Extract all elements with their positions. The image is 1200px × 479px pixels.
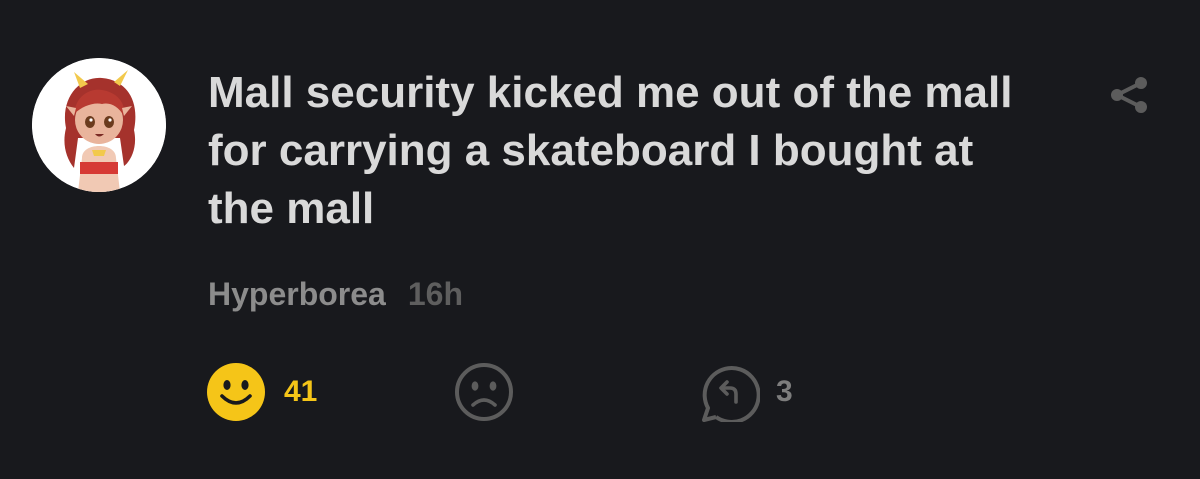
like-button[interactable]: 41 bbox=[206, 362, 317, 422]
author-name[interactable]: Hyperborea bbox=[208, 276, 386, 312]
reply-button[interactable]: 3 bbox=[700, 362, 793, 422]
frown-icon bbox=[455, 363, 513, 421]
reply-count: 3 bbox=[776, 375, 793, 408]
action-bar: 41 3 bbox=[206, 362, 906, 422]
like-count: 41 bbox=[284, 375, 318, 408]
reply-icon bbox=[702, 366, 760, 422]
avatar[interactable] bbox=[32, 58, 166, 192]
post-time: 16h bbox=[407, 276, 463, 312]
post-text: Mall security kicked me out of the mall … bbox=[208, 68, 1013, 233]
avatar-image bbox=[32, 58, 166, 192]
post-card: Mall security kicked me out of the mall … bbox=[0, 0, 1200, 479]
share-icon bbox=[1111, 77, 1147, 113]
dislike-button[interactable] bbox=[454, 362, 514, 422]
post-meta: Hyperborea 16h bbox=[208, 276, 463, 313]
smile-icon bbox=[207, 363, 265, 421]
share-button[interactable] bbox=[1106, 72, 1152, 118]
